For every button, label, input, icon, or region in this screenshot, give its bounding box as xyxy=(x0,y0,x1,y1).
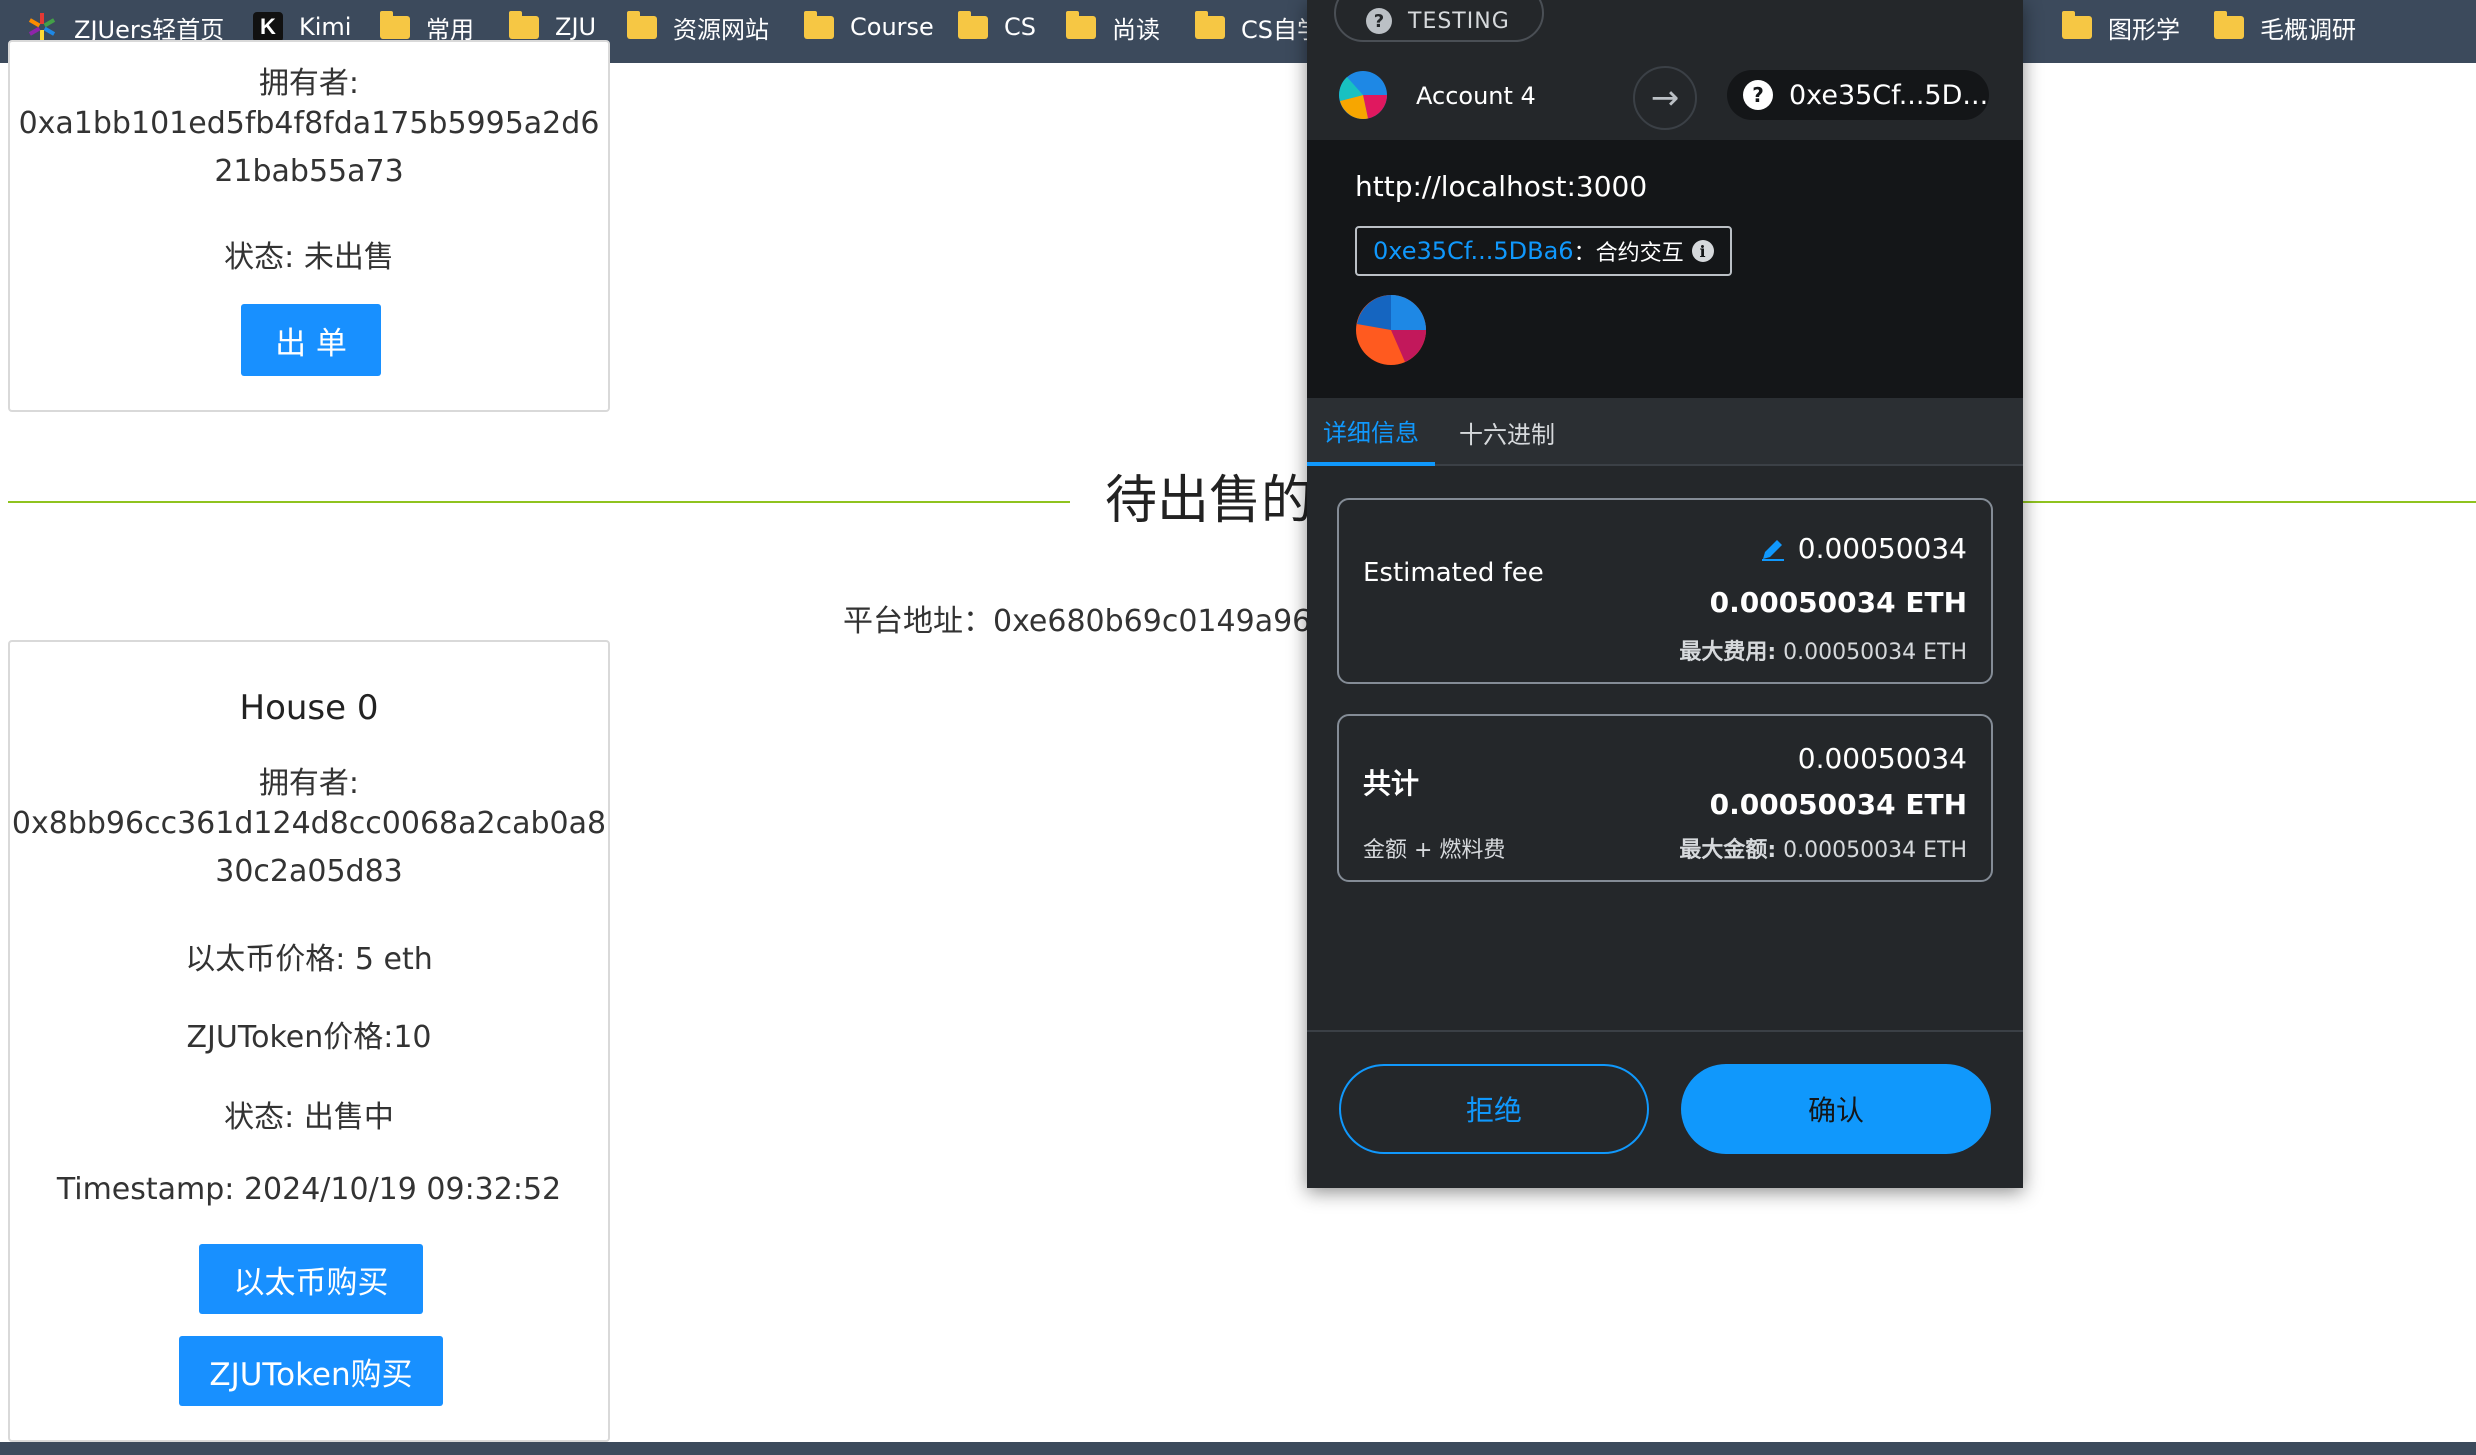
bookmark-label: Course xyxy=(850,13,934,41)
contract-interaction-chip[interactable]: 0xe35Cf...5DBa6 ：合约交互 i xyxy=(1355,226,1732,276)
bookmark-folder-maogai[interactable]: 毛概调研 xyxy=(2214,0,2356,54)
owner-label: 拥有者: xyxy=(258,766,360,801)
bookmark-label: 毛概调研 xyxy=(2260,15,2356,44)
total-value-eth: 0.00050034 ETH xyxy=(1709,788,1967,821)
bookmark-folder-shangdu[interactable]: 尚读 xyxy=(1066,0,1160,54)
account-row: Account 4 → ? 0xe35Cf...5D... xyxy=(1307,56,2023,140)
section-divider-left xyxy=(8,501,1070,503)
bookmark-label: CS xyxy=(1004,13,1036,41)
metamask-popup: ? TESTING Account 4 → ? 0xe35Cf...5D... … xyxy=(1307,0,2023,1188)
folder-icon xyxy=(1066,10,1096,39)
recipient-pill[interactable]: ? 0xe35Cf...5D... xyxy=(1727,70,1989,120)
origin-url: http://localhost:3000 xyxy=(1355,170,1648,203)
folder-icon xyxy=(627,10,657,39)
folder-icon xyxy=(2062,10,2092,39)
bookmark-label: 尚读 xyxy=(1112,15,1160,44)
total-label: 共计 xyxy=(1363,767,1420,800)
kimi-logo-icon: K xyxy=(253,12,283,42)
house-title: House 0 xyxy=(239,688,379,728)
contract-avatar-icon xyxy=(1356,295,1426,365)
bookmark-folder-graphics[interactable]: 图形学 xyxy=(2062,0,2180,54)
tabs-bar: 详细信息 十六进制 xyxy=(1307,398,2023,466)
buy-with-eth-button[interactable]: 以太币购买 xyxy=(199,1244,423,1314)
confirm-button[interactable]: 确认 xyxy=(1681,1064,1991,1154)
window-bottom-border xyxy=(0,1442,2476,1455)
owner-address-line2: 30c2a05d83 xyxy=(215,854,403,889)
zju-logo-icon xyxy=(28,13,56,41)
bookmark-label: 资源网站 xyxy=(673,15,769,44)
bookmark-folder-cs-self[interactable]: CS自学 xyxy=(1195,0,1321,54)
buy-with-token-button[interactable]: ZJUToken购买 xyxy=(179,1336,443,1406)
reject-button[interactable]: 拒绝 xyxy=(1339,1064,1649,1154)
tab-hex[interactable]: 十六进制 xyxy=(1447,398,1567,466)
estimated-fee-value: 0.00050034 xyxy=(1797,532,1967,565)
tab-label: 详细信息 xyxy=(1323,418,1419,447)
sell-button[interactable]: 出 单 xyxy=(241,304,381,376)
tab-label: 十六进制 xyxy=(1459,420,1555,449)
owned-house-card: 拥有者: 0xa1bb101ed5fb4f8fda175b5995a2d6 21… xyxy=(8,40,610,412)
folder-icon xyxy=(380,10,410,39)
question-mark-icon: ? xyxy=(1743,80,1773,110)
house-card: House 0 拥有者: 0x8bb96cc361d124d8cc0068a2c… xyxy=(8,640,610,1442)
bookmark-folder-course[interactable]: Course xyxy=(804,0,934,54)
contract-address[interactable]: 0xe35Cf...5DBa6 xyxy=(1373,237,1574,265)
max-fee-label: 最大费用: xyxy=(1679,640,1777,665)
house-status: 状态: 出售中 xyxy=(224,1100,394,1135)
account-avatar-icon[interactable] xyxy=(1338,70,1388,120)
total-sublabel: 金额 + 燃料费 xyxy=(1363,838,1506,863)
folder-icon xyxy=(509,10,539,39)
folder-icon xyxy=(2214,10,2244,39)
folder-icon xyxy=(1195,10,1225,39)
info-icon[interactable]: i xyxy=(1691,240,1714,262)
total-value: 0.00050034 xyxy=(1797,742,1967,775)
origin-section: http://localhost:3000 0xe35Cf...5DBa6 ：合… xyxy=(1307,140,2023,398)
owner-address-line2: 21bab55a73 xyxy=(214,154,404,189)
bookmark-folder-cs[interactable]: CS xyxy=(958,0,1036,54)
network-pill[interactable]: ? TESTING xyxy=(1334,0,1544,42)
eth-price: 以太币价格: 5 eth xyxy=(185,942,433,977)
max-amount-label: 最大金额: xyxy=(1679,838,1777,863)
owner-label: 拥有者: xyxy=(258,66,360,101)
house-status: 状态: 未出售 xyxy=(224,240,394,275)
bookmark-folder-resources[interactable]: 资源网站 xyxy=(627,0,769,54)
bookmark-label: Kimi xyxy=(299,13,352,41)
bookmark-label: 图形学 xyxy=(2108,15,2180,44)
owner-address-line1: 0xa1bb101ed5fb4f8fda175b5995a2d6 xyxy=(18,106,600,141)
network-name: TESTING xyxy=(1408,8,1510,34)
house-timestamp: Timestamp: 2024/10/19 09:32:52 xyxy=(56,1172,562,1207)
contract-action: ：合约交互 xyxy=(1573,241,1684,266)
folder-icon xyxy=(958,10,988,39)
estimated-fee-eth: 0.00050034 ETH xyxy=(1709,586,1967,619)
footer-divider xyxy=(1307,1030,2023,1032)
token-price: ZJUToken价格:10 xyxy=(186,1020,432,1055)
platform-address: 平台地址：0xe680b69c0149a968c xyxy=(843,604,1347,639)
estimated-fee-row: 0.00050034 xyxy=(1760,532,1967,565)
folder-icon xyxy=(804,10,834,39)
max-fee-value: 0.00050034 ETH xyxy=(1783,640,1967,665)
max-fee-row: 最大费用: 0.00050034 ETH xyxy=(1679,634,1967,666)
bookmark-label: ZJU xyxy=(555,13,597,41)
section-divider-right xyxy=(2023,501,2476,503)
recipient-address: 0xe35Cf...5D... xyxy=(1789,79,1989,111)
estimated-fee-box: Estimated fee 0.00050034 0.00050034 ETH … xyxy=(1337,498,1993,684)
section-title: 待出售的 xyxy=(1105,471,1314,531)
tab-details[interactable]: 详细信息 xyxy=(1307,398,1435,466)
account-name[interactable]: Account 4 xyxy=(1416,82,1536,110)
max-amount-row: 最大金额: 0.00050034 ETH xyxy=(1679,832,1967,864)
help-circle-icon: ? xyxy=(1366,8,1392,34)
max-amount-value: 0.00050034 ETH xyxy=(1783,838,1967,863)
edit-pencil-icon[interactable] xyxy=(1760,536,1786,562)
total-box: 共计 金额 + 燃料费 0.00050034 0.00050034 ETH 最大… xyxy=(1337,714,1993,882)
owner-address-line1: 0x8bb96cc361d124d8cc0068a2cab0a8 xyxy=(11,806,607,841)
estimated-fee-label: Estimated fee xyxy=(1363,558,1544,588)
arrow-right-icon: → xyxy=(1633,66,1697,130)
